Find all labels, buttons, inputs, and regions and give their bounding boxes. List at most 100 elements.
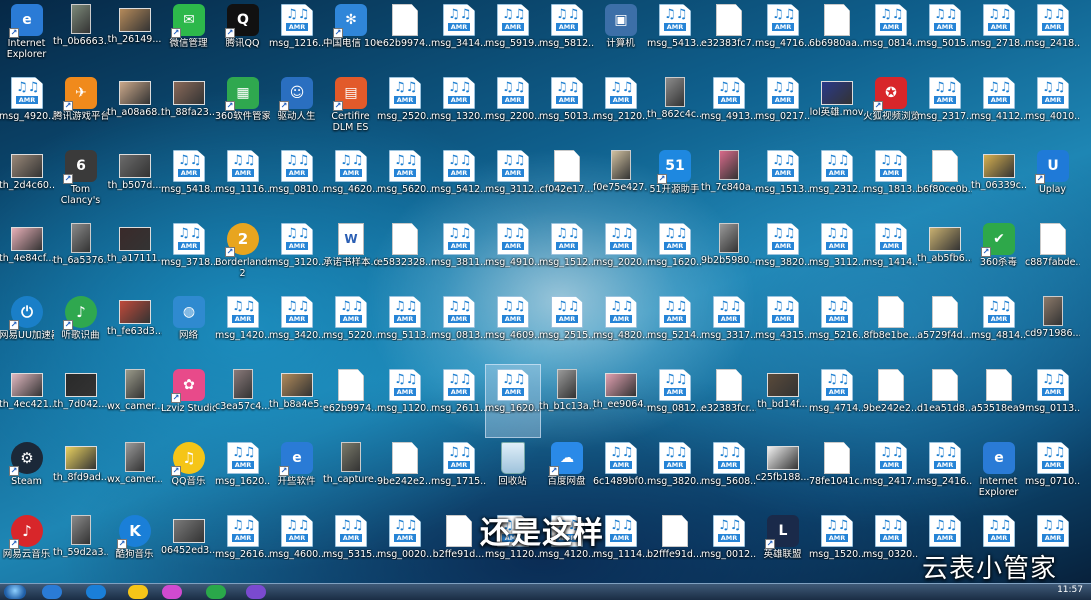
desktop-item[interactable]: th_b507d... bbox=[108, 146, 162, 218]
desktop-item[interactable]: ♫♫ AMR msg_4010... bbox=[1025, 73, 1080, 145]
desktop-item[interactable]: wx_camer... bbox=[107, 438, 162, 510]
taskbar-video-icon[interactable] bbox=[206, 585, 226, 599]
desktop-item[interactable]: th_fe63d3... bbox=[107, 292, 162, 364]
desktop-item[interactable]: th_59d2a3... bbox=[53, 511, 108, 583]
desktop-item[interactable]: th_0b6663... bbox=[53, 0, 108, 72]
desktop-item[interactable]: th_b8a4e5... bbox=[269, 365, 324, 437]
desktop-item[interactable]: ▣ 计算机 bbox=[594, 0, 648, 72]
desktop-item[interactable]: c25fb188... bbox=[756, 438, 810, 510]
desktop-item[interactable]: ♫♫ AMR msg_1520... bbox=[809, 511, 864, 583]
desktop-item[interactable]: ♫♫ AMR msg_1513... bbox=[755, 146, 810, 218]
desktop-item[interactable]: K ↗ 酷狗音乐 bbox=[108, 511, 162, 583]
desktop-item[interactable]: ♫♫ AMR msg_1715... bbox=[431, 438, 486, 510]
desktop-item[interactable]: a5729f4d... bbox=[917, 292, 972, 364]
desktop-item[interactable]: ⏻↗网易UU加速器 bbox=[0, 292, 54, 364]
desktop-item[interactable]: cd971986... bbox=[1025, 292, 1080, 364]
desktop-item[interactable]: ♫♫ AMR msg_1116... bbox=[215, 146, 270, 218]
desktop-item[interactable]: e5832328... bbox=[377, 219, 432, 291]
desktop-item[interactable]: cf042e17... bbox=[540, 146, 594, 218]
desktop-item[interactable]: ♫♫ AMR msg_5015... bbox=[917, 0, 972, 72]
desktop-item[interactable]: th_88fa23... bbox=[161, 73, 216, 145]
desktop-item[interactable]: ✈ ↗ 腾讯游戏平台 bbox=[53, 73, 108, 145]
desktop-item[interactable]: ♫♫ AMR msg_2020... bbox=[593, 219, 648, 291]
desktop-item[interactable]: ♫♫ AMR msg_5413... bbox=[647, 0, 702, 72]
desktop-item[interactable]: Q ↗ 腾讯QQ bbox=[216, 0, 270, 72]
desktop-item[interactable]: ♫♫ AMR msg_1620... bbox=[215, 438, 270, 510]
desktop-item[interactable]: f0e75e427... bbox=[593, 146, 648, 218]
start-button[interactable] bbox=[4, 585, 26, 599]
desktop-item[interactable]: ♫♫ AMR msg_3120... bbox=[269, 219, 324, 291]
desktop-item[interactable]: ♫ ↗ QQ音乐 bbox=[162, 438, 216, 510]
desktop-item[interactable]: th_8fd9ad... bbox=[53, 438, 108, 510]
desktop-item[interactable]: ♫♫ AMR msg_4112... bbox=[971, 73, 1026, 145]
desktop-item[interactable]: ♫♫ AMR msg_5113... bbox=[377, 292, 432, 364]
desktop-item[interactable]: th_a08a68... bbox=[107, 73, 162, 145]
desktop-item[interactable]: ♫♫ AMR msg_2515... bbox=[539, 292, 594, 364]
desktop-item[interactable]: ▤ ↗ Certifire DLM ES bbox=[324, 73, 378, 145]
desktop-item[interactable]: th_7c840a... bbox=[701, 146, 756, 218]
desktop-item[interactable]: ♫♫ AMR msg_0814... bbox=[863, 0, 918, 72]
desktop-item[interactable]: 51 ↗ 51开源助手 bbox=[648, 146, 702, 218]
desktop-item[interactable]: ♫♫ AMR msg_0810... bbox=[269, 146, 324, 218]
desktop-item[interactable]: lol英雄.mov bbox=[810, 73, 864, 145]
desktop-item[interactable]: ♫♫ AMR msg_5919... bbox=[485, 0, 540, 72]
desktop-item[interactable]: ♫♫ AMR msg_0320... bbox=[863, 511, 918, 583]
desktop-item[interactable]: ♫♫ AMR msg_4714... bbox=[809, 365, 864, 437]
desktop-item[interactable]: th_bd14f... bbox=[756, 365, 810, 437]
desktop-item[interactable]: ♫♫ AMR msg_5220... bbox=[323, 292, 378, 364]
desktop-item[interactable]: ♫♫ AMR msg_4920... bbox=[0, 73, 54, 145]
desktop-item[interactable]: ☺ ↗ 驱动人生 bbox=[270, 73, 324, 145]
desktop-item[interactable]: ♫♫ AMR msg_5620... bbox=[377, 146, 432, 218]
desktop-item[interactable]: ♫♫ AMR 6c1489bf0... bbox=[593, 438, 648, 510]
desktop-item[interactable]: e62b9974... bbox=[323, 365, 378, 437]
desktop-item[interactable]: ♫♫ AMR msg_2418... bbox=[1025, 0, 1080, 72]
desktop-item[interactable]: ✔ ↗ 360杀毒 bbox=[972, 219, 1026, 291]
desktop-item[interactable]: 9be242e2... bbox=[377, 438, 432, 510]
desktop-item[interactable]: 回收站 bbox=[486, 438, 540, 510]
desktop-item[interactable]: 6b6980aa... bbox=[809, 0, 864, 72]
desktop-item[interactable]: e ↗ 开些软件 bbox=[270, 438, 324, 510]
desktop-item[interactable]: ♫♫ AMR msg_5412... bbox=[431, 146, 486, 218]
desktop-item[interactable]: 2 ↗ Borderlands 2 bbox=[215, 219, 270, 291]
desktop-item[interactable]: e62b9974... bbox=[377, 0, 432, 72]
desktop-item[interactable]: th_2d4c60... bbox=[0, 146, 54, 218]
desktop-item[interactable]: ♫♫ AMR msg_2520... bbox=[377, 73, 432, 145]
desktop-item[interactable]: ♫♫ AMR msg_3420... bbox=[269, 292, 324, 364]
desktop-item[interactable]: ♫♫ AMR msg_3112... bbox=[485, 146, 540, 218]
desktop-item[interactable]: ♫♫ AMR msg_5214... bbox=[647, 292, 702, 364]
desktop-item[interactable]: ♫♫ AMR msg_5315... bbox=[323, 511, 378, 583]
desktop-item[interactable]: ♫♫ AMR msg_0813... bbox=[431, 292, 486, 364]
desktop-item[interactable]: ♫♫ AMR msg_4600... bbox=[269, 511, 324, 583]
desktop-item[interactable]: th_4e84cf... bbox=[0, 219, 54, 291]
desktop-item[interactable]: ♫♫ AMR msg_3718... bbox=[161, 219, 216, 291]
desktop-item[interactable]: ♫♫ AMR msg_0012... bbox=[701, 511, 756, 583]
desktop-item[interactable]: 9b2b5980... bbox=[701, 219, 756, 291]
desktop-item[interactable]: th_ee9064... bbox=[593, 365, 648, 437]
clock[interactable]: 11:57 bbox=[1057, 585, 1083, 595]
desktop-item[interactable]: ♫♫ AMR msg_5216... bbox=[809, 292, 864, 364]
desktop-item[interactable]: 8fb8e1be... bbox=[863, 292, 918, 364]
desktop-item[interactable]: 9be242e2... bbox=[863, 365, 918, 437]
desktop-item[interactable]: ♪ ↗ 听歌识曲 bbox=[54, 292, 108, 364]
desktop-item[interactable]: th_capture... bbox=[323, 438, 378, 510]
desktop-item[interactable]: ♫♫ AMR msg_4620... bbox=[323, 146, 378, 218]
taskbar-player-icon[interactable] bbox=[246, 585, 266, 599]
desktop-item[interactable]: th_862c4c... bbox=[647, 73, 702, 145]
desktop-item[interactable]: ♫♫ AMR msg_1512... bbox=[539, 219, 594, 291]
desktop-item[interactable]: ♫♫ AMR msg_2120... bbox=[593, 73, 648, 145]
desktop-item[interactable]: ♫♫ AMR msg_4910... bbox=[485, 219, 540, 291]
desktop-item[interactable]: a53518ea9... bbox=[971, 365, 1026, 437]
desktop-item[interactable]: ♫♫ AMR msg_1120... bbox=[377, 365, 432, 437]
desktop-item[interactable]: ✉ ↗ 微信管理 bbox=[162, 0, 216, 72]
taskbar-ie-icon[interactable] bbox=[42, 585, 62, 599]
desktop-item[interactable]: ♫♫ AMR msg_5608... bbox=[701, 438, 756, 510]
desktop-item[interactable]: ♫♫ AMR msg_2616... bbox=[215, 511, 270, 583]
desktop-item[interactable]: ♫♫ AMR msg_0020... bbox=[377, 511, 432, 583]
desktop-item[interactable]: ⚙ ↗ Steam bbox=[0, 438, 54, 510]
desktop-item[interactable]: b6f80ce0b... bbox=[917, 146, 972, 218]
desktop-item[interactable]: ♫♫ AMR msg_2312... bbox=[809, 146, 864, 218]
desktop-item[interactable]: e ↗ Internet Explorer bbox=[0, 0, 54, 72]
desktop-item[interactable]: W 承诺书样本.docx bbox=[323, 219, 378, 291]
desktop-item[interactable]: U ↗ Uplay bbox=[1026, 146, 1080, 218]
desktop-item[interactable]: th_6a5376... bbox=[53, 219, 108, 291]
